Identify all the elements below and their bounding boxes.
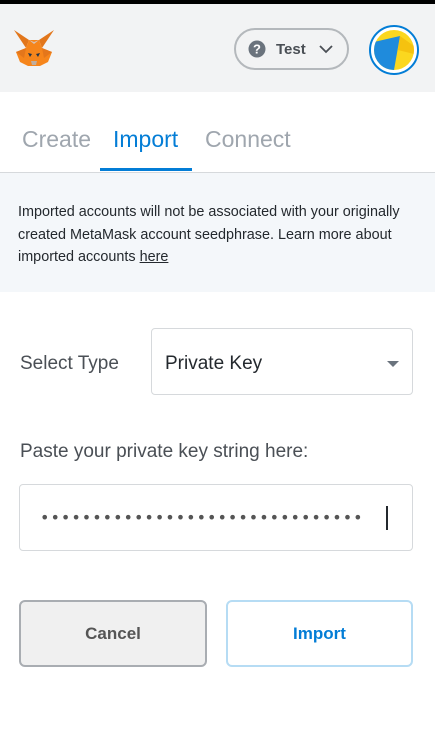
select-type-label: Select Type	[20, 353, 119, 374]
select-type-dropdown[interactable]: Private Key	[151, 328, 413, 395]
svg-text:?: ?	[253, 42, 261, 57]
caret-down-icon	[387, 361, 399, 367]
account-avatar-icon	[374, 30, 414, 70]
chevron-down-icon	[319, 45, 333, 54]
network-label: Test	[276, 40, 306, 58]
network-selector[interactable]: ? Test	[234, 28, 349, 70]
private-key-label: Paste your private key string here:	[20, 441, 309, 462]
account-menu-button[interactable]	[369, 25, 419, 75]
active-tab-indicator	[100, 168, 192, 171]
import-notice: Imported accounts will not be associated…	[0, 173, 435, 292]
notice-link[interactable]: here	[140, 249, 169, 265]
tab-bar: Create Import Connect	[0, 92, 435, 173]
tab-connect[interactable]: Connect	[205, 126, 291, 153]
tab-import[interactable]: Import	[113, 126, 178, 153]
text-cursor	[386, 506, 388, 530]
app-header: ? Test	[0, 4, 435, 92]
select-type-value: Private Key	[165, 353, 263, 374]
metamask-fox-icon[interactable]	[12, 28, 56, 70]
private-key-input[interactable]	[19, 484, 413, 551]
import-button[interactable]: Import	[226, 600, 413, 667]
notice-text: Imported accounts will not be associated…	[18, 204, 400, 265]
cancel-button[interactable]: Cancel	[19, 600, 207, 667]
tab-create[interactable]: Create	[22, 126, 91, 153]
help-circle-icon: ?	[248, 40, 266, 58]
